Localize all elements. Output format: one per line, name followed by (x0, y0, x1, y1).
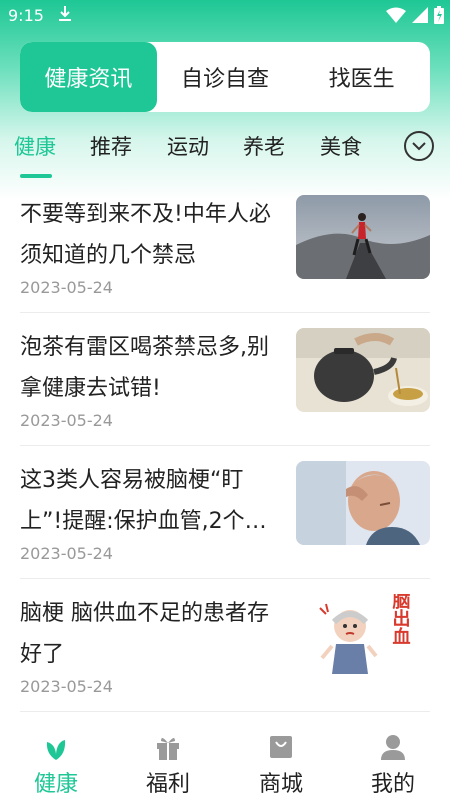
shop-icon (270, 736, 292, 758)
news-item[interactable]: 泡茶有雷区喝茶禁忌多,别拿健康去试错! 2023-05-24 (20, 313, 430, 446)
category-tab-sport[interactable]: 运动 (167, 131, 209, 161)
nav-label: 我的 (370, 772, 415, 797)
download-icon (59, 6, 71, 21)
nav-label: 健康 (33, 772, 78, 797)
tab-self-diagnosis[interactable]: 自诊自查 (157, 42, 294, 112)
news-title: 这3类人容易被脑梗“盯上”!提醒:保护血管,2个习惯要坚持 (20, 468, 267, 534)
news-item[interactable]: 脑梗 脑供血不足的患者存好了 2023-05-24 脑出血 (20, 579, 430, 712)
bottom-nav: 健康 福利 商城 我的 (0, 728, 450, 800)
nav-item-health[interactable]: 健康 (0, 728, 112, 800)
tab-health-news[interactable]: 健康资讯 (20, 42, 157, 112)
news-date: 2023-05-24 (20, 677, 113, 696)
news-thumbnail-cartoon: 脑出血 (296, 594, 430, 678)
gift-icon (157, 737, 179, 760)
nav-label: 福利 (145, 772, 190, 797)
news-title: 脑梗 脑供血不足的患者存好了 (20, 601, 269, 667)
news-title: 不要等到来不及!中年人必须知道的几个禁忌 (20, 202, 271, 268)
news-item[interactable]: 不要等到来不及!中年人必须知道的几个禁忌 2023-05-24 (20, 180, 430, 313)
nav-item-mine[interactable]: 我的 (337, 728, 449, 800)
news-title: 泡茶有雷区喝茶禁忌多,别拿健康去试错! (20, 335, 269, 401)
status-bar: 9:15 (0, 0, 450, 30)
category-tab-health[interactable]: 健康 (14, 131, 56, 161)
status-time: 9:15 (8, 6, 44, 25)
news-thumbnail-teapot (296, 328, 430, 412)
category-tab-food[interactable]: 美食 (320, 131, 362, 161)
user-icon (381, 735, 405, 760)
news-date: 2023-05-24 (20, 278, 113, 297)
category-tab-recommend[interactable]: 推荐 (90, 131, 132, 161)
cartoon-caption: 脑出血 (390, 594, 411, 645)
category-active-indicator (20, 174, 52, 178)
category-tab-elderly[interactable]: 养老 (243, 131, 285, 161)
wifi-icon (386, 7, 406, 23)
nav-item-shop[interactable]: 商城 (225, 728, 337, 800)
main-tabs: 健康资讯 自诊自查 找医生 (20, 42, 430, 112)
news-date: 2023-05-24 (20, 411, 113, 430)
tab-find-doctor[interactable]: 找医生 (293, 42, 430, 112)
nav-item-welfare[interactable]: 福利 (112, 728, 224, 800)
signal-icon (412, 7, 428, 23)
category-tabs: 健康 推荐 运动 养老 美食 (0, 128, 450, 178)
news-thumbnail-runner (296, 195, 430, 279)
chevron-down-icon (412, 142, 426, 151)
battery-icon (434, 6, 444, 24)
news-item[interactable]: 这3类人容易被脑梗“盯上”!提醒:保护血管,2个习惯要坚持 2023-05-24 (20, 446, 430, 579)
expand-categories-button[interactable] (404, 131, 434, 161)
news-date: 2023-05-24 (20, 544, 113, 563)
leaf-icon (46, 740, 66, 760)
nav-label: 商城 (258, 772, 303, 797)
news-thumbnail-headache (296, 461, 430, 545)
